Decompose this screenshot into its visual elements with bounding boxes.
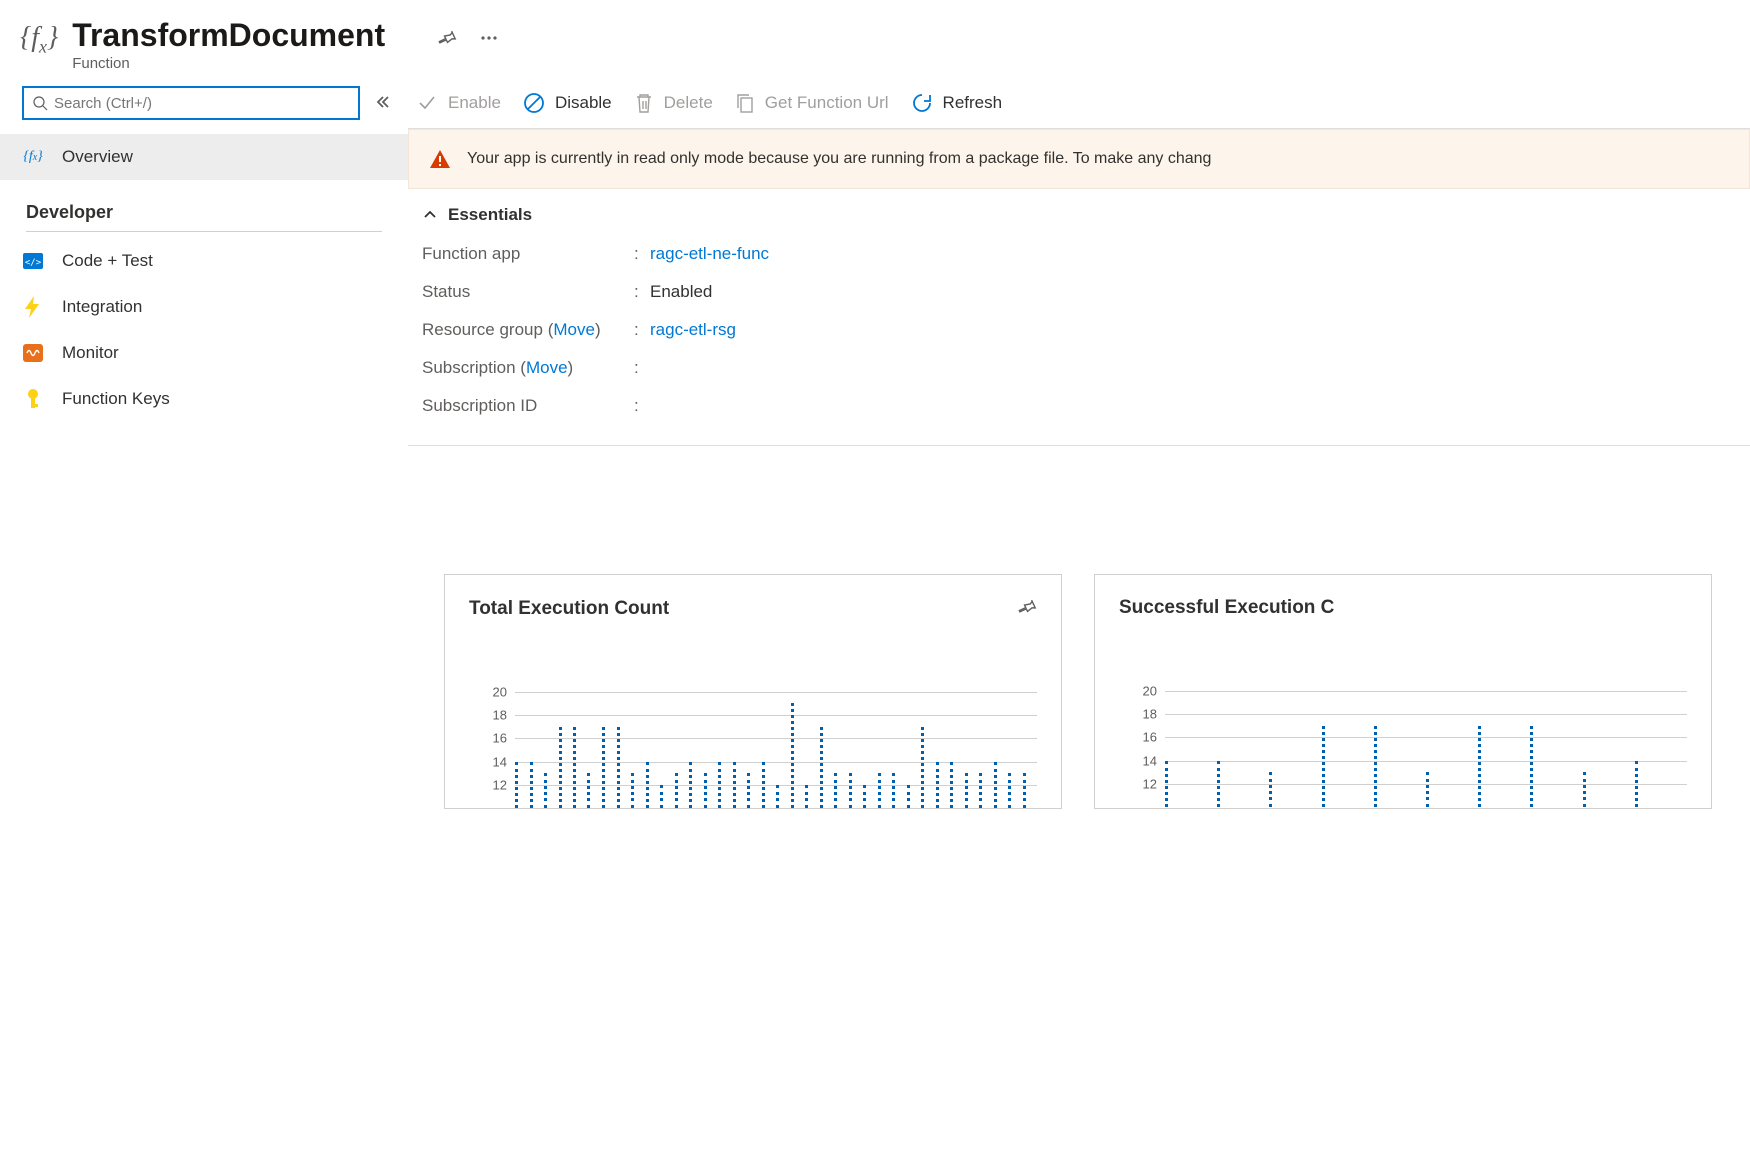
disable-label: Disable <box>555 93 612 113</box>
essentials-row-function-app: Function app : ragc-etl-ne-func <box>422 235 1736 273</box>
essentials-toggle[interactable]: Essentials <box>408 201 1750 235</box>
sidebar-item-label: Monitor <box>62 343 119 363</box>
sidebar: {fx} Overview Developer </> Code + Test … <box>0 82 408 1151</box>
readonly-banner: Your app is currently in read only mode … <box>408 129 1750 189</box>
essentials-row-resource-group: Resource group (Move) : ragc-etl-rsg <box>422 311 1736 349</box>
disable-button[interactable]: Disable <box>523 92 612 114</box>
function-icon: {fx} <box>20 22 58 58</box>
refresh-icon <box>911 92 933 114</box>
warning-icon <box>429 148 451 170</box>
chart-plot: 1214161820 <box>1119 667 1687 807</box>
chart-title: Total Execution Count <box>469 598 669 620</box>
chart-title: Successful Execution C <box>1119 597 1334 619</box>
banner-text: Your app is currently in read only mode … <box>467 150 1211 168</box>
page-title: TransformDocument <box>72 18 385 53</box>
ess-label: Status <box>422 282 634 302</box>
ess-value: Enabled <box>650 282 712 302</box>
sidebar-item-function-keys[interactable]: Function Keys <box>0 376 408 422</box>
chevron-up-icon <box>422 207 438 223</box>
chart-card-successful-execution-count: Successful Execution C 1214161820 <box>1094 574 1712 809</box>
code-test-icon: </> <box>22 250 44 272</box>
sidebar-item-label: Integration <box>62 297 142 317</box>
svg-text:</>: </> <box>25 258 42 268</box>
monitor-icon <box>22 342 44 364</box>
main-panel: Enable Disable Delete Get Function Url R… <box>408 82 1750 1151</box>
chart-card-total-execution-count: Total Execution Count 1214161820 <box>444 574 1062 809</box>
sidebar-item-monitor[interactable]: Monitor <box>0 330 408 376</box>
essentials-row-subscription-id: Subscription ID : <box>422 387 1736 425</box>
move-resource-group-link[interactable]: Move <box>553 320 595 339</box>
search-input-wrapper[interactable] <box>22 86 360 120</box>
essentials-row-status: Status : Enabled <box>422 273 1736 311</box>
refresh-label: Refresh <box>943 93 1003 113</box>
ess-label: Subscription (Move) <box>422 358 634 378</box>
move-subscription-link[interactable]: Move <box>526 358 568 377</box>
chart-plot: 1214161820 <box>469 668 1037 808</box>
page-subtitle: Function <box>72 55 385 72</box>
sidebar-item-label: Code + Test <box>62 251 153 271</box>
pin-chart-icon[interactable] <box>1017 597 1037 620</box>
fx-icon: {fx} <box>22 146 44 168</box>
sidebar-item-integration[interactable]: Integration <box>0 284 408 330</box>
charts-row: Total Execution Count 1214161820 Success… <box>408 446 1750 809</box>
key-icon <box>22 388 44 410</box>
toolbar: Enable Disable Delete Get Function Url R… <box>408 88 1750 128</box>
sidebar-section-developer: Developer <box>26 180 382 232</box>
collapse-sidebar-icon[interactable] <box>374 94 390 113</box>
essentials-row-subscription: Subscription (Move) : <box>422 349 1736 387</box>
delete-label: Delete <box>664 93 713 113</box>
get-function-url-label: Get Function Url <box>765 93 889 113</box>
sidebar-item-overview[interactable]: {fx} Overview <box>0 134 408 180</box>
enable-label: Enable <box>448 93 501 113</box>
check-icon <box>416 92 438 114</box>
delete-button: Delete <box>634 92 713 114</box>
search-icon <box>32 95 48 111</box>
function-app-link[interactable]: ragc-etl-ne-func <box>650 244 769 264</box>
ess-label: Resource group (Move) <box>422 320 634 340</box>
disable-icon <box>523 92 545 114</box>
sidebar-item-code-test[interactable]: </> Code + Test <box>0 238 408 284</box>
essentials-panel: Function app : ragc-etl-ne-func Status :… <box>408 235 1750 446</box>
get-function-url-button: Get Function Url <box>735 92 889 114</box>
copy-icon <box>735 92 755 114</box>
more-icon[interactable] <box>479 28 499 48</box>
enable-button: Enable <box>416 92 501 114</box>
refresh-button[interactable]: Refresh <box>911 92 1003 114</box>
integration-icon <box>22 296 44 318</box>
sidebar-item-label: Overview <box>62 147 133 167</box>
search-input[interactable] <box>54 95 350 112</box>
essentials-header-label: Essentials <box>448 205 532 225</box>
pin-icon[interactable] <box>437 28 457 48</box>
ess-label: Subscription ID <box>422 396 634 416</box>
sidebar-item-label: Function Keys <box>62 389 170 409</box>
resource-group-link[interactable]: ragc-etl-rsg <box>650 320 736 340</box>
delete-icon <box>634 92 654 114</box>
ess-label: Function app <box>422 244 634 264</box>
